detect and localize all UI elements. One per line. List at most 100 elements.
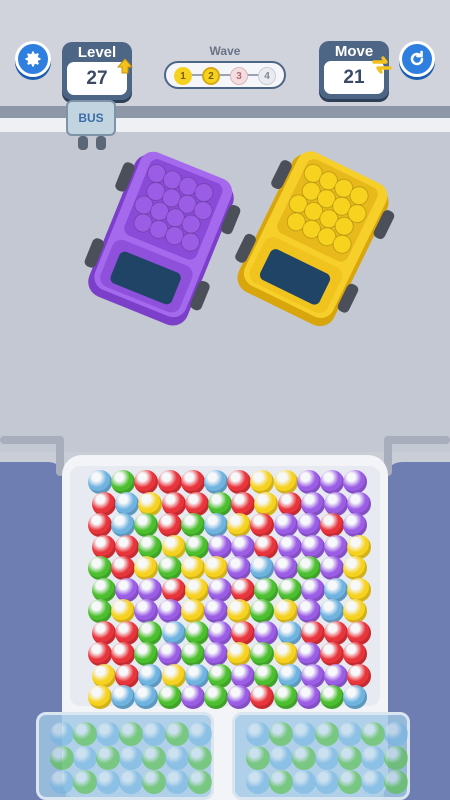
- red-ball: [324, 620, 348, 645]
- yellow-ball: [184, 577, 209, 602]
- purple-ball: [208, 577, 232, 602]
- red-ball: [92, 534, 116, 559]
- wave-progress: 1 2 3 4: [164, 61, 286, 89]
- red-ball: [231, 577, 256, 602]
- tray-ball: [338, 722, 362, 746]
- green-ball: [273, 685, 298, 709]
- purple-ball: [300, 577, 325, 602]
- yellow-ball: [227, 599, 252, 623]
- yellow-ball: [273, 470, 298, 494]
- purple-truck[interactable]: [76, 150, 246, 330]
- yellow-ball: [180, 556, 205, 580]
- green-ball: [277, 577, 302, 602]
- bus-stop-sign: BUS: [66, 100, 116, 136]
- green-ball: [320, 685, 344, 709]
- red-ball: [320, 642, 344, 666]
- tray-ball: [50, 722, 74, 746]
- purple-ball: [347, 491, 372, 516]
- yellow-ball: [347, 534, 372, 559]
- yellow-ball: [88, 685, 112, 709]
- red-ball: [347, 663, 372, 688]
- red-ball: [92, 620, 116, 645]
- tray-ball: [165, 746, 189, 770]
- tray-ball: [50, 746, 74, 770]
- yellow-ball: [111, 599, 136, 623]
- wave-step-2: 2: [202, 67, 220, 85]
- wave-label: Wave: [209, 44, 241, 58]
- yellow-ball: [138, 491, 163, 516]
- tray-ball: [119, 770, 143, 794]
- wave-progress-line: [182, 74, 268, 76]
- blue-ball: [138, 663, 163, 688]
- red-ball: [88, 513, 112, 537]
- blue-ball: [324, 577, 348, 602]
- right-pipe: [386, 436, 450, 444]
- tray-ball: [384, 722, 408, 746]
- green-ball: [184, 534, 209, 559]
- tray-ball: [165, 770, 189, 794]
- tray-ball: [188, 746, 212, 770]
- tray-ball: [50, 770, 74, 794]
- tray-ball: [73, 722, 97, 746]
- yellow-ball: [227, 642, 252, 666]
- red-ball: [157, 513, 182, 537]
- yellow-ball: [161, 534, 186, 559]
- tray-ball: [96, 722, 120, 746]
- green-ball: [138, 534, 163, 559]
- red-ball: [180, 470, 205, 494]
- blue-ball: [343, 685, 368, 709]
- red-ball: [300, 620, 325, 645]
- tray-ball: [269, 746, 293, 770]
- purple-ball: [343, 513, 368, 537]
- red-ball: [161, 577, 186, 602]
- tray-ball: [315, 770, 339, 794]
- tray-ball: [338, 746, 362, 770]
- wave-step-3: 3: [230, 67, 248, 85]
- settings-button[interactable]: [15, 41, 51, 77]
- green-ball: [208, 663, 232, 688]
- green-ball: [92, 577, 116, 602]
- purple-ball: [208, 620, 232, 645]
- tray-ball: [292, 770, 316, 794]
- green-ball: [180, 513, 205, 537]
- tray-ball: [188, 770, 212, 794]
- green-ball: [138, 620, 163, 645]
- purple-ball: [231, 534, 256, 559]
- green-ball: [157, 685, 182, 709]
- purple-ball: [300, 663, 325, 688]
- green-ball: [88, 599, 112, 623]
- green-ball: [88, 556, 112, 580]
- red-ball: [115, 663, 140, 688]
- yellow-ball: [92, 663, 116, 688]
- yellow-ball: [273, 599, 298, 623]
- tray-ball: [269, 722, 293, 746]
- blue-ball: [184, 663, 209, 688]
- red-ball: [277, 491, 302, 516]
- tray-ball: [246, 770, 270, 794]
- blue-ball: [320, 599, 344, 623]
- tray-ball: [96, 746, 120, 770]
- tray-ball: [246, 746, 270, 770]
- red-ball: [88, 642, 112, 666]
- green-ball: [111, 470, 136, 494]
- tray-ball: [119, 722, 143, 746]
- red-ball: [184, 491, 209, 516]
- purple-ball: [227, 685, 252, 709]
- left-pipe: [0, 436, 62, 444]
- blue-ball: [88, 470, 112, 494]
- blue-ball: [111, 513, 136, 537]
- purple-ball: [277, 534, 302, 559]
- red-ball: [115, 620, 140, 645]
- purple-ball: [343, 470, 368, 494]
- red-ball: [231, 491, 256, 516]
- yellow-ball: [204, 556, 228, 580]
- restart-button[interactable]: [399, 41, 435, 77]
- tray-ball: [384, 770, 408, 794]
- green-ball: [180, 642, 205, 666]
- purple-ball: [273, 556, 298, 580]
- wave-step-1: 1: [174, 67, 192, 85]
- purple-ball: [204, 642, 228, 666]
- purple-ball: [208, 534, 232, 559]
- yellow-truck[interactable]: [228, 150, 398, 330]
- tray-ball: [361, 770, 385, 794]
